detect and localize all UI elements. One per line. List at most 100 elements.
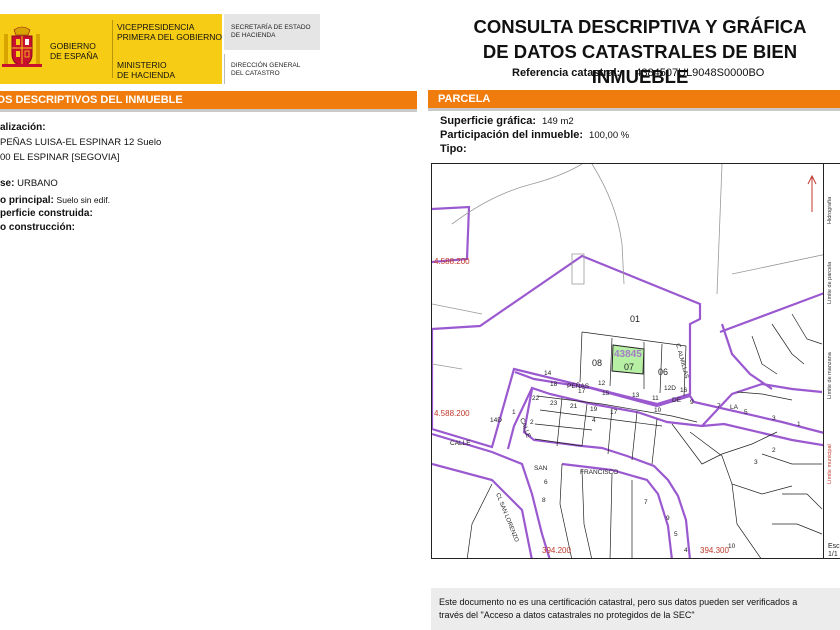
ano-construccion-row: o construcción: [0, 221, 75, 235]
house-number-label: 1 [512, 409, 516, 416]
address-line2: 00 EL ESPINAR [SEGOVIA] [0, 152, 120, 163]
street-label-calle-1: CALLE [450, 440, 471, 447]
right-bar-shadow [428, 108, 840, 111]
verification-note: Este documento no es una certificación c… [431, 588, 840, 630]
house-number-label: 9 [666, 515, 670, 522]
map-legend: Hidrografía Límite de parcela Límite de … [824, 163, 840, 559]
street-label-almillas: C. ALMILLAS [674, 343, 689, 379]
vicepresidencia-line1: VICEPRESIDENCIA [117, 22, 195, 32]
ministerio-text: MINISTERIO DE HACIENDA [117, 60, 175, 80]
direccion-text: DIRECCIÓN GENERAL DEL CATASTRO [231, 62, 300, 78]
participacion-label: Participación del inmueble: [440, 129, 584, 141]
right-section-bar: PARCELA [428, 90, 840, 108]
header-separator [112, 20, 113, 78]
vicepresidencia-text: VICEPRESIDENCIA PRIMERA DEL GOBIERNO [117, 22, 222, 42]
header-divider [224, 54, 225, 84]
superficie-grafica-row: Superficie gráfica: 149 m2 [440, 114, 574, 129]
scale-label-line2: 1/1 [828, 551, 838, 558]
direccion-line1: DIRECCIÓN GENERAL [231, 62, 301, 69]
coord-label-south: 4.588.200 [434, 409, 470, 418]
referencia-catastral: Referencia catastral: 4384507UL9048S0000… [512, 67, 764, 79]
house-number-label: 19 [590, 406, 598, 413]
localizacion-label-text: alización: [0, 122, 46, 133]
localizacion-label: alización: [0, 121, 46, 135]
house-number-label: 3 [772, 415, 776, 422]
secretaria-line1: SECRETARÍA DE ESTADO [231, 24, 311, 31]
gobierno-line2: DE ESPAÑA [50, 51, 99, 61]
house-number-label: 4 [684, 547, 688, 554]
block-label: 43845 [614, 349, 642, 360]
house-number-label: 17 [578, 388, 586, 395]
street-label-san-lorenzo: CL SAN LORENZO [494, 493, 519, 544]
clase-value: URBANO [17, 178, 58, 189]
title-line1: CONSULTA DESCRIPTIVA Y GRÁFICA [473, 16, 807, 37]
parcel-label-07: 07 [624, 362, 634, 372]
footer-line1: Este documento no es una certificación c… [439, 597, 798, 607]
house-number-label: 16 [680, 387, 688, 394]
house-number-label: 5 [674, 531, 678, 538]
north-arrow-icon [807, 174, 817, 212]
footer-line2[interactable]: través del "Acceso a datos catastrales n… [439, 610, 695, 620]
government-header: GOBIERNO DE ESPAÑA VICEPRESIDENCIA PRIME… [0, 14, 320, 84]
scale-label-line1: Esc [828, 543, 840, 550]
house-number-label: 6 [544, 479, 548, 486]
uso-row: o principal: Suelo sin edif. [0, 193, 110, 208]
parcel-label-06: 06 [658, 367, 668, 377]
house-number-label: 15 [602, 390, 610, 397]
coat-of-arms-icon [2, 26, 42, 67]
legend-limite-parcela: Límite de parcela [827, 261, 833, 304]
house-number-label: 11 [652, 395, 659, 402]
coord-label-north: 4.588.200 [434, 257, 470, 266]
house-number-label: 22 [532, 395, 540, 402]
uso-value: Suelo sin edif. [56, 195, 110, 205]
house-number-label: 7 [644, 499, 648, 506]
tipo-row: Tipo: [440, 142, 467, 156]
superficie-construida-row: perficie construida: [0, 207, 93, 221]
house-number-label: 5 [744, 409, 748, 416]
house-number-label: 12 [598, 380, 606, 387]
left-section-bar: TOS DESCRIPTIVOS DEL INMUEBLE [0, 91, 417, 109]
parcel-lines [466, 313, 823, 558]
street-label-de: DE [672, 397, 682, 404]
participacion-value: 100,00 % [589, 130, 630, 141]
house-number-label: 4 [592, 417, 596, 424]
coord-label-east: 394.300 [700, 546, 729, 555]
parcel-label-01: 01 [630, 314, 640, 324]
house-number-label: 21 [570, 403, 578, 410]
legend-limite-manzana: Límite de manzana [827, 352, 833, 399]
participacion-row: Participación del inmueble: 100,00 % [440, 128, 629, 143]
tipo-label: Tipo: [440, 143, 467, 155]
superficie-grafica-value: 149 m2 [541, 116, 574, 127]
house-number-label: 13 [632, 392, 640, 399]
cadastral-map[interactable]: 4.588.200 4.588.200 394.200 394.300 01 0… [431, 163, 824, 559]
uso-label: o principal: [0, 195, 54, 206]
legend-limite-municipal: Límite municipal [827, 444, 833, 484]
superficie-construida-label: perficie construida: [0, 208, 93, 219]
clase-row: se: URBANO [0, 177, 58, 191]
street-label-la: LA [730, 404, 739, 411]
block-boundaries [432, 205, 823, 558]
street-label-san: SAN [534, 465, 548, 472]
vicepresidencia-line2: PRIMERA DEL GOBIERNO [117, 32, 223, 42]
legend-hidrografia: Hidrografía [827, 196, 833, 224]
house-number-label: 17 [610, 409, 618, 416]
gobierno-text: GOBIERNO DE ESPAÑA [50, 41, 98, 61]
clase-label: se: [0, 178, 15, 189]
house-number-label: 2 [772, 447, 776, 454]
ano-construccion-label: o construcción: [0, 222, 76, 233]
house-number-label: 3 [754, 459, 758, 466]
scale-label: Esc 1/1 [828, 543, 840, 559]
house-number-label: 12D [664, 385, 676, 392]
referencia-label: Referencia catastral: [512, 67, 621, 79]
secretaria-text: SECRETARÍA DE ESTADO DE HACIENDA [231, 24, 311, 40]
house-number-label: 14 [544, 370, 552, 377]
house-number-label: 10 [654, 407, 662, 414]
secretaria-line2: DE HACIENDA [231, 32, 276, 39]
house-number-label: 10 [728, 543, 736, 550]
left-section-title: TOS DESCRIPTIVOS DEL INMUEBLE [0, 94, 183, 106]
right-section-title: PARCELA [438, 93, 491, 105]
ministerio-line1: MINISTERIO [117, 60, 167, 70]
direccion-line2: DEL CATASTRO [231, 70, 280, 77]
left-bar-shadow [0, 109, 417, 112]
title-line2: DE DATOS CATASTRALES DE BIEN INMUEBLE [482, 41, 798, 87]
